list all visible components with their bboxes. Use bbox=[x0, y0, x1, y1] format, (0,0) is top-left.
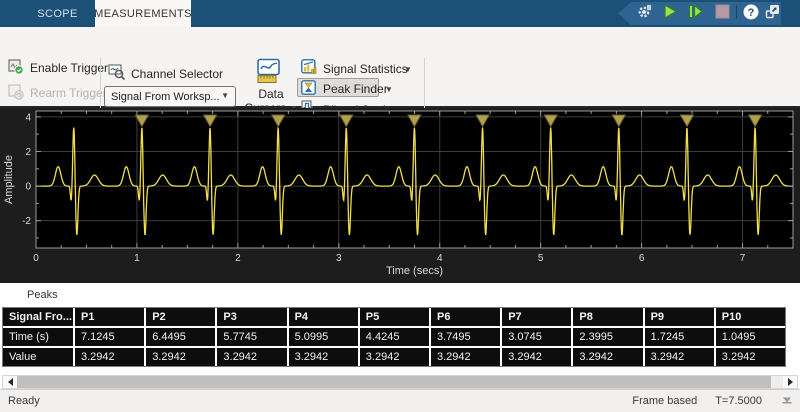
table-cell[interactable]: 3.2942 bbox=[716, 348, 785, 366]
scope-plot-area[interactable]: 01234567-2024Time (secs)Amplitude bbox=[0, 108, 800, 283]
x-tick-label: 1 bbox=[134, 253, 140, 264]
table-column-header[interactable]: P9 bbox=[645, 308, 714, 326]
table-cell[interactable]: 3.0745 bbox=[502, 328, 571, 346]
table-row-label[interactable]: Time (s) bbox=[3, 328, 73, 346]
tab-bar: SCOPE MEASUREMENTS ? bbox=[0, 0, 800, 27]
table-corner-header[interactable]: Signal Fro... bbox=[3, 308, 73, 326]
simulation-settings-icon[interactable] bbox=[634, 2, 654, 21]
y-tick-label: 4 bbox=[25, 112, 31, 123]
table-column-header[interactable]: P4 bbox=[289, 308, 358, 326]
snap-to-end-icon[interactable] bbox=[780, 394, 794, 408]
chevron-down-icon: ▼ bbox=[221, 91, 229, 100]
chevron-down-icon: ▼ bbox=[404, 65, 412, 74]
x-tick-label: 0 bbox=[33, 253, 39, 264]
table-column-header[interactable]: P1 bbox=[75, 308, 144, 326]
tab-measurements[interactable]: MEASUREMENTS bbox=[95, 0, 191, 27]
step-forward-icon[interactable] bbox=[685, 2, 705, 21]
table-cell[interactable]: 3.2942 bbox=[75, 348, 144, 366]
peak-finder-dropdown[interactable]: ▼ bbox=[385, 82, 393, 96]
channel-combobox[interactable]: Signal From Worksp... ▼ bbox=[104, 86, 236, 107]
enable-trigger-button[interactable]: Enable Trigger bbox=[30, 61, 108, 75]
table-cell[interactable]: 4.4245 bbox=[360, 328, 429, 346]
dock-icon[interactable] bbox=[762, 2, 782, 21]
x-tick-label: 2 bbox=[235, 253, 241, 264]
signal-statistics-button[interactable]: Signal Statistics bbox=[323, 62, 408, 76]
table-cell[interactable]: 1.7245 bbox=[645, 328, 714, 346]
table-cell[interactable]: 3.2942 bbox=[360, 348, 429, 366]
table-cell[interactable]: 3.2942 bbox=[502, 348, 571, 366]
table-cell[interactable]: 3.2942 bbox=[217, 348, 286, 366]
data-cursors-button[interactable]: Data bbox=[243, 87, 299, 101]
table-cell[interactable]: 1.0495 bbox=[716, 328, 785, 346]
table-cell[interactable]: 3.2942 bbox=[645, 348, 714, 366]
data-cursors-icon bbox=[255, 58, 283, 90]
table-cell[interactable]: 5.0995 bbox=[289, 328, 358, 346]
table-cell[interactable]: 2.3995 bbox=[573, 328, 642, 346]
table-cell[interactable]: 3.7495 bbox=[431, 328, 500, 346]
x-axis-label: Time (secs) bbox=[386, 265, 443, 277]
peaks-table[interactable]: Signal Fro...P1P2P3P4P5P6P7P8P9P10 Time (… bbox=[2, 307, 786, 367]
peak-finder-label: Peak Finder bbox=[323, 82, 388, 96]
chevron-down-icon: ▼ bbox=[385, 85, 393, 94]
x-tick-label: 5 bbox=[538, 253, 544, 264]
table-cell[interactable]: 3.2942 bbox=[289, 348, 358, 366]
rearm-trigger-icon bbox=[8, 84, 24, 105]
status-bar: Ready Frame based T=7.5000 bbox=[0, 389, 800, 412]
rearm-trigger-button: Rearm Trigger bbox=[30, 86, 107, 100]
table-column-header[interactable]: P2 bbox=[146, 308, 215, 326]
x-tick-label: 7 bbox=[740, 253, 746, 264]
table-cell[interactable]: 3.2942 bbox=[573, 348, 642, 366]
channel-selector-icon bbox=[108, 63, 126, 86]
table-column-header[interactable]: P6 bbox=[431, 308, 500, 326]
arrow-left-icon bbox=[8, 378, 13, 386]
arrow-right-icon bbox=[788, 378, 793, 386]
signal-statistics-dropdown[interactable]: ▼ bbox=[404, 62, 412, 76]
simulation-time-label: T=7.5000 bbox=[715, 395, 762, 407]
y-tick-label: -2 bbox=[22, 216, 31, 227]
scrollbar-thumb[interactable] bbox=[17, 376, 771, 388]
frame-mode-label: Frame based bbox=[632, 395, 697, 407]
y-axis-label: Amplitude bbox=[3, 155, 15, 204]
enable-trigger-icon bbox=[8, 59, 24, 80]
x-tick-label: 3 bbox=[336, 253, 342, 264]
y-tick-label: 2 bbox=[25, 147, 31, 158]
channel-combobox-value: Signal From Worksp... bbox=[111, 91, 221, 103]
run-icon[interactable] bbox=[660, 2, 680, 21]
table-column-header[interactable]: P5 bbox=[360, 308, 429, 326]
x-tick-label: 4 bbox=[437, 253, 443, 264]
quick-access-separator bbox=[736, 5, 737, 19]
ecg-chart: 01234567-2024Time (secs)Amplitude bbox=[0, 108, 800, 283]
table-cell[interactable]: 7.1245 bbox=[75, 328, 144, 346]
svg-text:?: ? bbox=[748, 7, 755, 19]
scope-window: SCOPE MEASUREMENTS ? bbox=[0, 0, 800, 412]
table-cell[interactable]: 3.2942 bbox=[146, 348, 215, 366]
scroll-right-button[interactable] bbox=[783, 376, 797, 388]
peaks-panel-title: Peaks bbox=[27, 289, 58, 301]
tab-scope[interactable]: SCOPE bbox=[20, 0, 95, 27]
table-column-header[interactable]: P7 bbox=[502, 308, 571, 326]
x-tick-label: 6 bbox=[639, 253, 645, 264]
stop-icon[interactable] bbox=[712, 2, 732, 21]
peak-finder-icon bbox=[301, 80, 317, 101]
table-cell[interactable]: 6.4495 bbox=[146, 328, 215, 346]
table-column-header[interactable]: P8 bbox=[573, 308, 642, 326]
scroll-left-button[interactable] bbox=[3, 376, 17, 388]
channel-selector-button[interactable]: Channel Selector bbox=[131, 67, 223, 81]
help-icon[interactable]: ? bbox=[741, 2, 761, 21]
table-row-label[interactable]: Value bbox=[3, 348, 73, 366]
horizontal-scrollbar[interactable] bbox=[2, 375, 798, 389]
table-cell[interactable]: 3.2942 bbox=[431, 348, 500, 366]
y-tick-label: 0 bbox=[25, 182, 31, 193]
table-column-header[interactable]: P10 bbox=[716, 308, 785, 326]
table-cell[interactable]: 5.7745 bbox=[217, 328, 286, 346]
ribbon: Enable Trigger Rearm Trigger Settings ▼ … bbox=[0, 27, 800, 108]
table-column-header[interactable]: P3 bbox=[217, 308, 286, 326]
status-text: Ready bbox=[8, 395, 40, 407]
